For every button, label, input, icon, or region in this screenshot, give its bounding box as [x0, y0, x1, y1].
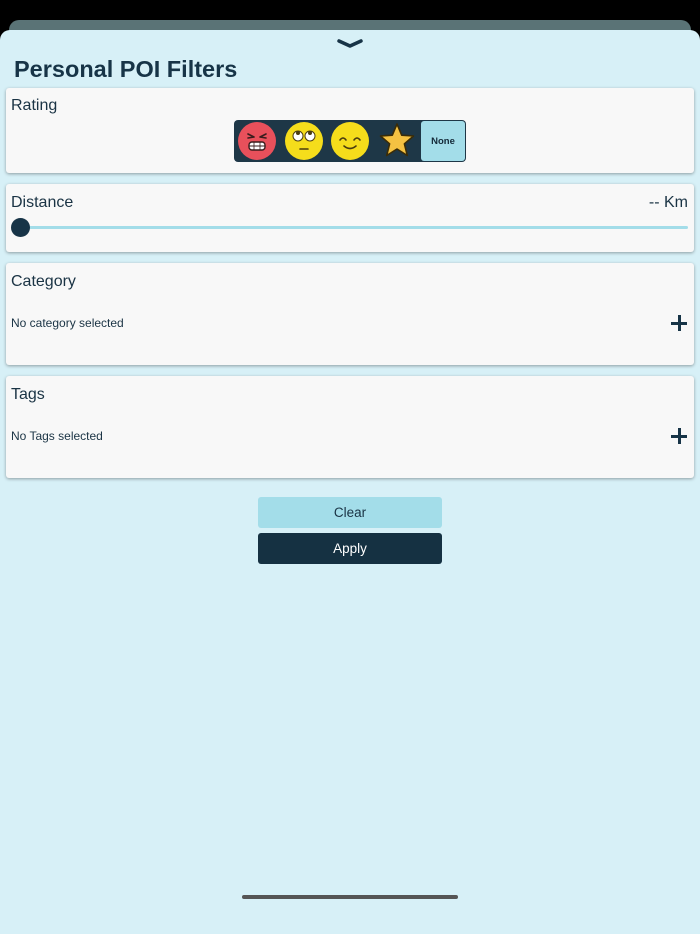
tags-empty-text: No Tags selected: [11, 429, 103, 443]
tags-label: Tags: [11, 386, 45, 403]
add-category-button[interactable]: [671, 315, 687, 331]
smiling-face-icon: [331, 122, 369, 160]
page-title: Personal POI Filters: [14, 56, 238, 82]
rating-option-angry[interactable]: [237, 121, 277, 161]
rating-label: Rating: [11, 97, 58, 114]
rating-none-button[interactable]: None: [421, 121, 465, 161]
chevron-down-icon[interactable]: [336, 37, 364, 49]
distance-label: Distance: [11, 194, 74, 211]
apply-button[interactable]: Apply: [258, 533, 442, 564]
distance-slider-thumb[interactable]: [11, 218, 30, 237]
rating-option-happy[interactable]: [330, 121, 370, 161]
home-indicator: [242, 895, 458, 899]
category-label: Category: [11, 273, 76, 290]
distance-card: Distance -- Km: [6, 184, 694, 252]
add-tag-button[interactable]: [671, 428, 687, 444]
angry-face-icon: [238, 122, 276, 160]
category-card: Category No category selected: [6, 263, 694, 365]
clear-button[interactable]: Clear: [258, 497, 442, 528]
star-icon: [379, 123, 414, 157]
rating-option-star[interactable]: [377, 121, 417, 161]
tags-card: Tags No Tags selected: [6, 376, 694, 478]
distance-value: -- Km: [648, 194, 688, 211]
eye-roll-face-icon: [284, 122, 323, 160]
filter-sheet: Personal POI Filters Rating None Distanc…: [0, 30, 700, 934]
rating-option-meh[interactable]: [284, 121, 324, 161]
rating-card: Rating None: [6, 88, 694, 173]
rating-selector: None: [234, 120, 466, 162]
distance-slider-track[interactable]: [18, 226, 688, 229]
category-empty-text: No category selected: [11, 316, 124, 330]
